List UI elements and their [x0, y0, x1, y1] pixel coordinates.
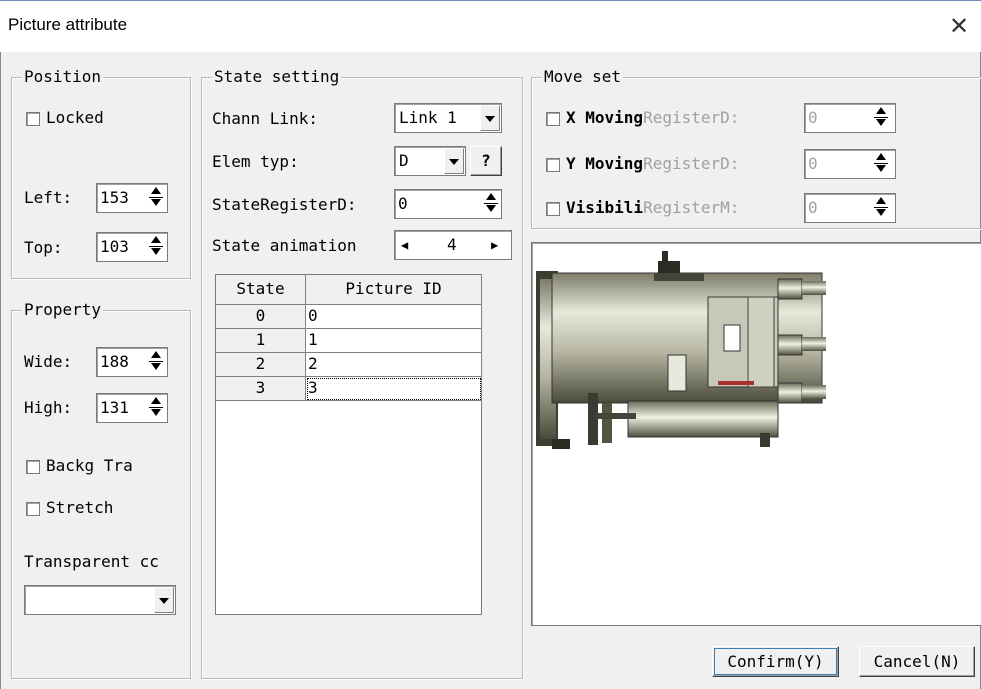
chann-link-label: Chann Link: [212, 109, 318, 128]
dialog-body: Position Locked Left: 153 Top: 103 Prope… [0, 52, 981, 689]
table-cell-picture-id[interactable]: 1 [306, 329, 482, 353]
chevron-down-icon[interactable] [444, 148, 464, 174]
table-row-state[interactable]: 1 [216, 329, 306, 353]
state-animation-stepper[interactable]: ◀ 4 ▶ [394, 230, 512, 260]
move-set-legend: Move set [542, 67, 624, 87]
transparent-color-select[interactable] [24, 585, 176, 615]
confirm-button[interactable]: Confirm(Y) [712, 646, 839, 677]
transparent-color-label: Transparent cc [24, 552, 159, 571]
wide-spin-icon[interactable] [147, 348, 165, 376]
state-register-spin-icon[interactable] [482, 190, 500, 218]
table-header-picture-id[interactable]: Picture ID [306, 275, 482, 305]
y-moving-label: Y MovingRegisterD: [566, 154, 740, 173]
position-group: Position Locked Left: 153 Top: 103 [11, 67, 191, 279]
backg-transparent-label: Backg Tra [46, 456, 133, 475]
visibility-checkbox[interactable] [546, 202, 560, 216]
position-legend: Position [22, 67, 104, 87]
move-set-group: Move set X MovingRegisterD: 0 Y MovingRe… [531, 67, 981, 229]
elem-type-select[interactable]: D [394, 146, 466, 176]
left-label: Left: [24, 188, 73, 207]
wide-label: Wide: [24, 352, 73, 371]
elem-help-button[interactable]: ? [470, 146, 502, 176]
chann-link-value: Link 1 [399, 108, 457, 127]
table-header-state[interactable]: State [216, 275, 306, 305]
cancel-button[interactable]: Cancel(N) [859, 646, 975, 677]
chiller-machine-image [536, 251, 826, 449]
elem-type-label: Elem typ: [212, 152, 299, 171]
x-moving-checkbox[interactable] [546, 112, 560, 126]
left-spin-icon[interactable] [147, 184, 165, 212]
table-cell-picture-id[interactable]: 2 [306, 353, 482, 377]
elem-type-value: D [399, 151, 409, 170]
state-register-label: StateRegisterD: [212, 195, 357, 214]
state-animation-value: 4 [447, 235, 457, 254]
table-row-state[interactable]: 2 [216, 353, 306, 377]
state-animation-label: State animation [212, 236, 357, 255]
visibility-spin-icon[interactable] [872, 194, 890, 222]
table-row-state[interactable]: 0 [216, 305, 306, 329]
title-bar: Picture attribute ✕ [0, 0, 981, 52]
arrow-right-icon[interactable]: ▶ [491, 231, 498, 259]
property-legend: Property [22, 300, 104, 320]
state-table[interactable]: State Picture ID 0 0 1 1 2 2 3 3 [215, 274, 482, 615]
table-cell-picture-id[interactable]: 0 [306, 305, 482, 329]
stretch-label: Stretch [46, 498, 114, 517]
chevron-down-icon[interactable] [480, 105, 500, 131]
top-label: Top: [24, 238, 63, 257]
top-spin-icon[interactable] [147, 233, 165, 261]
stretch-checkbox[interactable] [26, 502, 40, 516]
x-moving-label: X MovingRegisterD: [566, 108, 740, 127]
locked-checkbox[interactable] [26, 112, 40, 126]
chann-link-select[interactable]: Link 1 [394, 103, 502, 133]
visibility-label: VisibiliRegisterM: [566, 198, 740, 217]
y-moving-checkbox[interactable] [546, 158, 560, 172]
x-moving-spin-icon[interactable] [872, 104, 890, 132]
y-moving-spin-icon[interactable] [872, 150, 890, 178]
high-spin-icon[interactable] [147, 394, 165, 422]
table-row-state[interactable]: 3 [216, 377, 306, 401]
state-setting-legend: State setting [212, 67, 342, 87]
table-cell-picture-id[interactable]: 3 [306, 377, 482, 401]
chevron-down-icon[interactable] [154, 587, 174, 613]
property-group: Property Wide: 188 High: 131 Backg Tra S… [11, 300, 191, 679]
high-label: High: [24, 398, 73, 417]
picture-preview [531, 242, 981, 626]
close-icon[interactable]: ✕ [945, 9, 973, 43]
arrow-left-icon[interactable]: ◀ [401, 231, 408, 259]
window-title: Picture attribute [8, 15, 128, 34]
backg-transparent-checkbox[interactable] [26, 460, 40, 474]
locked-label: Locked [46, 108, 104, 127]
